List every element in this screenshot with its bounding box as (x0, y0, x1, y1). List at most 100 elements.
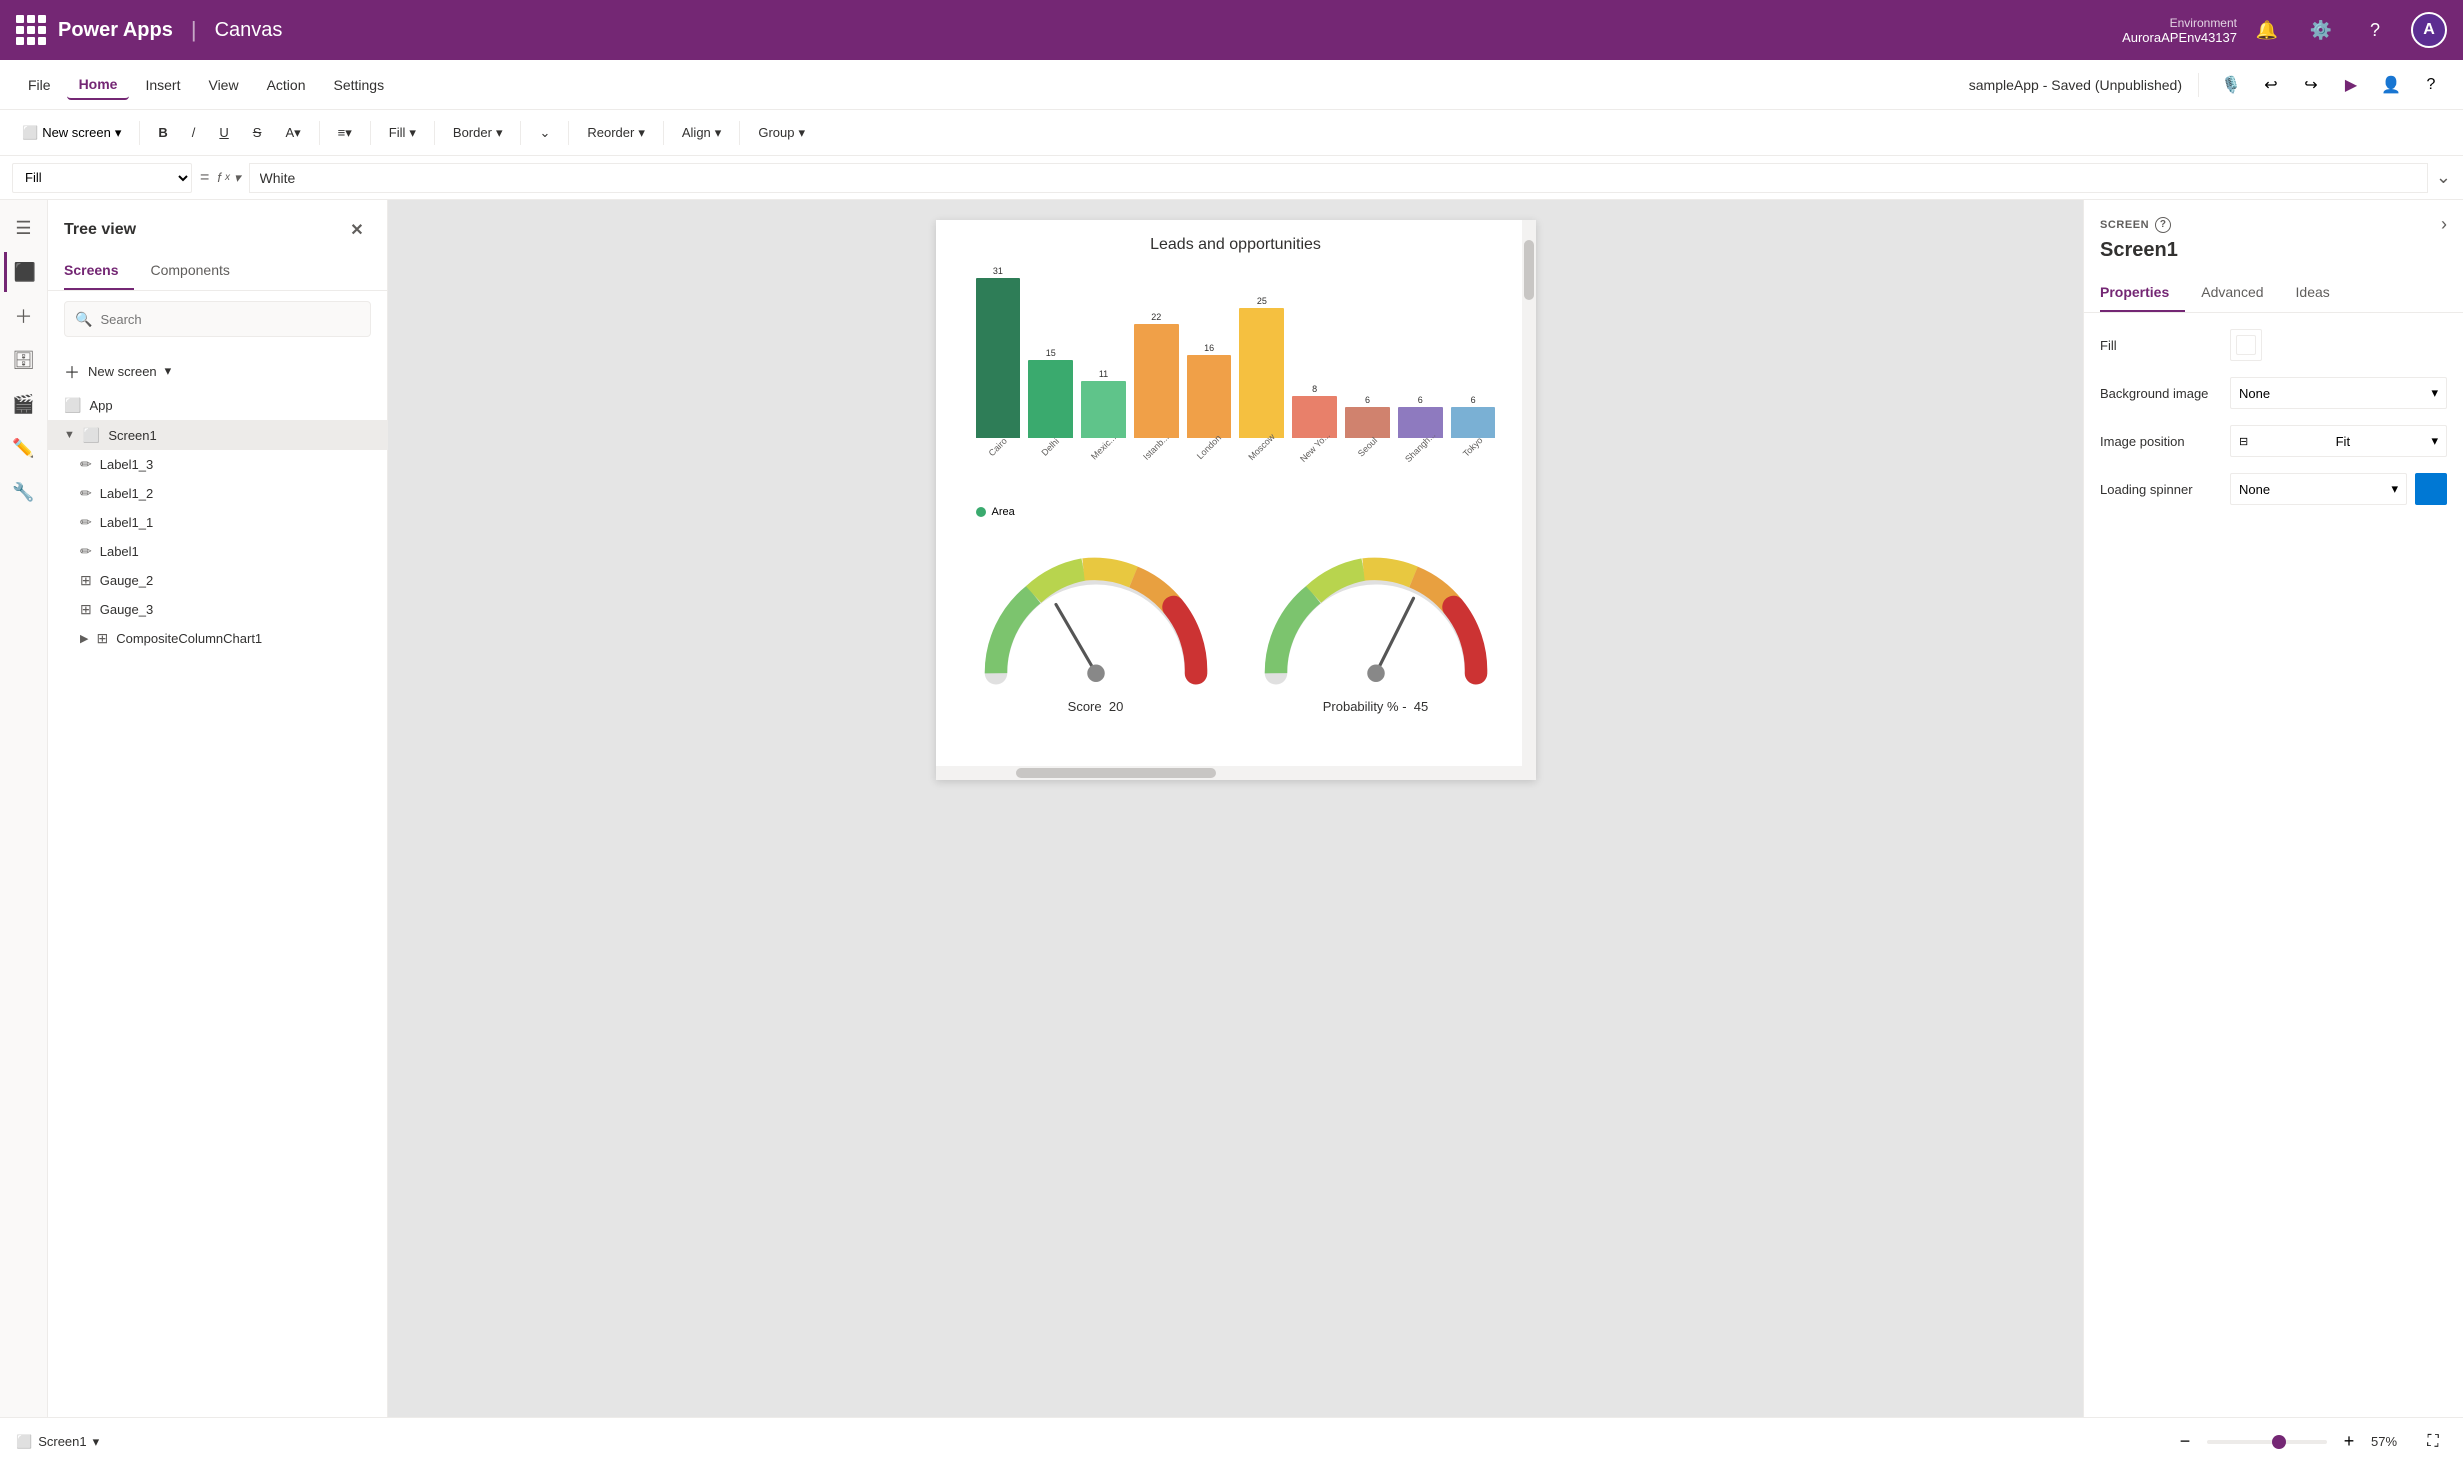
play-icon[interactable]: ▶ (2335, 69, 2367, 101)
tree-item-label1[interactable]: ✏ Label1 (48, 537, 387, 566)
bold-button[interactable]: B (148, 117, 177, 149)
horizontal-scrollbar[interactable] (936, 766, 1522, 780)
loading-spinner-select[interactable]: None ▾ (2230, 473, 2407, 505)
zoom-minus-button[interactable]: − (2171, 1428, 2199, 1456)
fill-color-picker[interactable] (2230, 329, 2262, 361)
label1-2-icon: ✏ (80, 485, 92, 502)
tree-item-gauge3[interactable]: ⊞ Gauge_3 (48, 595, 387, 624)
menu-file[interactable]: File (16, 71, 63, 99)
gauge-prob-svg (1251, 542, 1501, 692)
underline-button[interactable]: U (209, 117, 238, 149)
canvas-scroll[interactable]: Leads and opportunities 31 Cairo 15 (388, 200, 2083, 1417)
strikethrough-button[interactable]: S (243, 117, 272, 149)
loading-spinner-color[interactable] (2415, 473, 2447, 505)
tree-item-chart1[interactable]: ▶ ⊞ CompositeColumnChart1 (48, 624, 387, 653)
sidebar-icon-tools[interactable]: 🔧 (4, 472, 44, 512)
image-position-select[interactable]: ⊟ Fit ▾ (2230, 425, 2447, 457)
istanbul-value: 22 (1151, 312, 1161, 322)
reorder-button[interactable]: Reorder▾ (577, 117, 655, 149)
border-button[interactable]: Border▾ (443, 117, 513, 149)
group-button[interactable]: Group▾ (748, 117, 815, 149)
bar-tokyo: 6 Tokyo (1451, 395, 1496, 452)
tab-ideas[interactable]: Ideas (2296, 274, 2346, 312)
menu-view[interactable]: View (196, 71, 250, 99)
gauges-row: Score 20 (936, 522, 1536, 724)
font-color-button[interactable]: A▾ (275, 117, 310, 149)
align-control-button[interactable]: Align▾ (672, 117, 731, 149)
search-box[interactable]: 🔍 (64, 301, 371, 337)
sidebar-icon-media[interactable]: 🎬 (4, 384, 44, 424)
tree-close-button[interactable]: ✕ (343, 216, 371, 244)
gauge-prob-label: Probability % - 45 (1251, 699, 1501, 714)
sidebar-icon-layers[interactable]: ⬛ (4, 252, 44, 292)
legend-label: Area (992, 506, 1015, 518)
h-scroll-thumb[interactable] (1016, 768, 1216, 778)
fill-button[interactable]: Fill▾ (379, 117, 426, 149)
app-icon: ⬜ (64, 397, 81, 414)
cairo-value: 31 (993, 266, 1003, 276)
vertical-scrollbar[interactable] (1522, 220, 1536, 780)
menu-insert[interactable]: Insert (133, 71, 192, 99)
sidebar-icon-menu[interactable]: ☰ (4, 208, 44, 248)
undo-icon[interactable]: ↩ (2255, 69, 2287, 101)
tree-item-label1-2[interactable]: ✏ Label1_2 (48, 479, 387, 508)
help-menu-icon[interactable]: ? (2415, 69, 2447, 101)
apps-grid-icon[interactable] (16, 15, 46, 45)
help-icon[interactable]: ? (2357, 12, 2393, 48)
left-sidebar: ☰ ⬛ ＋ 🗄 🎬 ✏️ 🔧 (0, 200, 48, 1417)
microphone-icon[interactable]: 🎙️ (2215, 69, 2247, 101)
tree-item-app[interactable]: ⬜ App (48, 391, 387, 420)
italic-button[interactable]: / (182, 117, 206, 149)
bar-london: 16 London (1187, 343, 1232, 452)
zoom-plus-button[interactable]: + (2335, 1428, 2363, 1456)
tab-properties[interactable]: Properties (2100, 274, 2185, 312)
user-check-icon[interactable]: 👤 (2375, 69, 2407, 101)
new-screen-tree-button[interactable]: ＋ New screen ▾ (48, 351, 387, 391)
user-avatar[interactable]: A (2411, 12, 2447, 48)
redo-icon[interactable]: ↪ (2295, 69, 2327, 101)
bar-delhi: 15 Delhi (1028, 348, 1073, 452)
mexico-value: 11 (1099, 369, 1108, 379)
tree-header: Tree view ✕ (48, 200, 387, 252)
formula-input[interactable] (249, 163, 2428, 193)
sidebar-icon-data[interactable]: 🗄 (4, 340, 44, 380)
background-image-select[interactable]: None ▾ (2230, 377, 2447, 409)
search-input[interactable] (100, 312, 360, 327)
tree-item-screen1[interactable]: ▼ ⬜ Screen1 ··· (48, 420, 387, 450)
tree-item-label1-1[interactable]: ✏ Label1_1 (48, 508, 387, 537)
menu-home[interactable]: Home (67, 70, 130, 100)
formula-expand-icon[interactable]: ⌄ (2436, 167, 2451, 188)
group-label: Group (758, 125, 794, 140)
background-image-chevron-icon: ▾ (2431, 385, 2438, 401)
zoom-thumb[interactable] (2272, 1435, 2286, 1449)
chart-title: Leads and opportunities (936, 220, 1536, 262)
shanghai-value: 6 (1418, 395, 1423, 405)
fullscreen-button[interactable]: ⛶ (2419, 1428, 2447, 1456)
chart1-icon: ⊞ (96, 630, 108, 647)
zoom-slider[interactable] (2207, 1440, 2327, 1444)
new-screen-button[interactable]: ⬜ New screen ▾ (12, 121, 131, 145)
help-circle-icon[interactable]: ? (2155, 217, 2171, 233)
notification-icon[interactable]: 🔔 (2249, 12, 2285, 48)
tree-item-label1-3[interactable]: ✏ Label1_3 (48, 450, 387, 479)
chevron-down-button[interactable]: ⌄ (529, 117, 560, 149)
tab-advanced[interactable]: Advanced (2201, 274, 2279, 312)
bottom-screen-chevron-icon[interactable]: ▾ (93, 1434, 100, 1450)
menu-settings[interactable]: Settings (322, 71, 397, 99)
tree-item-gauge2[interactable]: ⊞ Gauge_2 (48, 566, 387, 595)
sidebar-icon-variables[interactable]: ✏️ (4, 428, 44, 468)
settings-icon[interactable]: ⚙️ (2303, 12, 2339, 48)
tab-components[interactable]: Components (150, 252, 245, 290)
title-separator: | (191, 17, 197, 43)
bar-chart: 31 Cairo 15 Delhi 11 (936, 262, 1536, 502)
align-button[interactable]: ≡▾ (328, 117, 362, 149)
border-label: Border (453, 125, 492, 140)
tab-screens[interactable]: Screens (64, 252, 134, 290)
loading-spinner-label: Loading spinner (2100, 482, 2230, 497)
scroll-thumb[interactable] (1524, 240, 1534, 300)
menu-action[interactable]: Action (255, 71, 318, 99)
sidebar-icon-add[interactable]: ＋ (4, 296, 44, 336)
right-panel-expand-button[interactable]: › (2441, 214, 2447, 235)
property-select[interactable]: Fill (12, 163, 192, 193)
screen-icon: ⬜ (22, 125, 38, 141)
